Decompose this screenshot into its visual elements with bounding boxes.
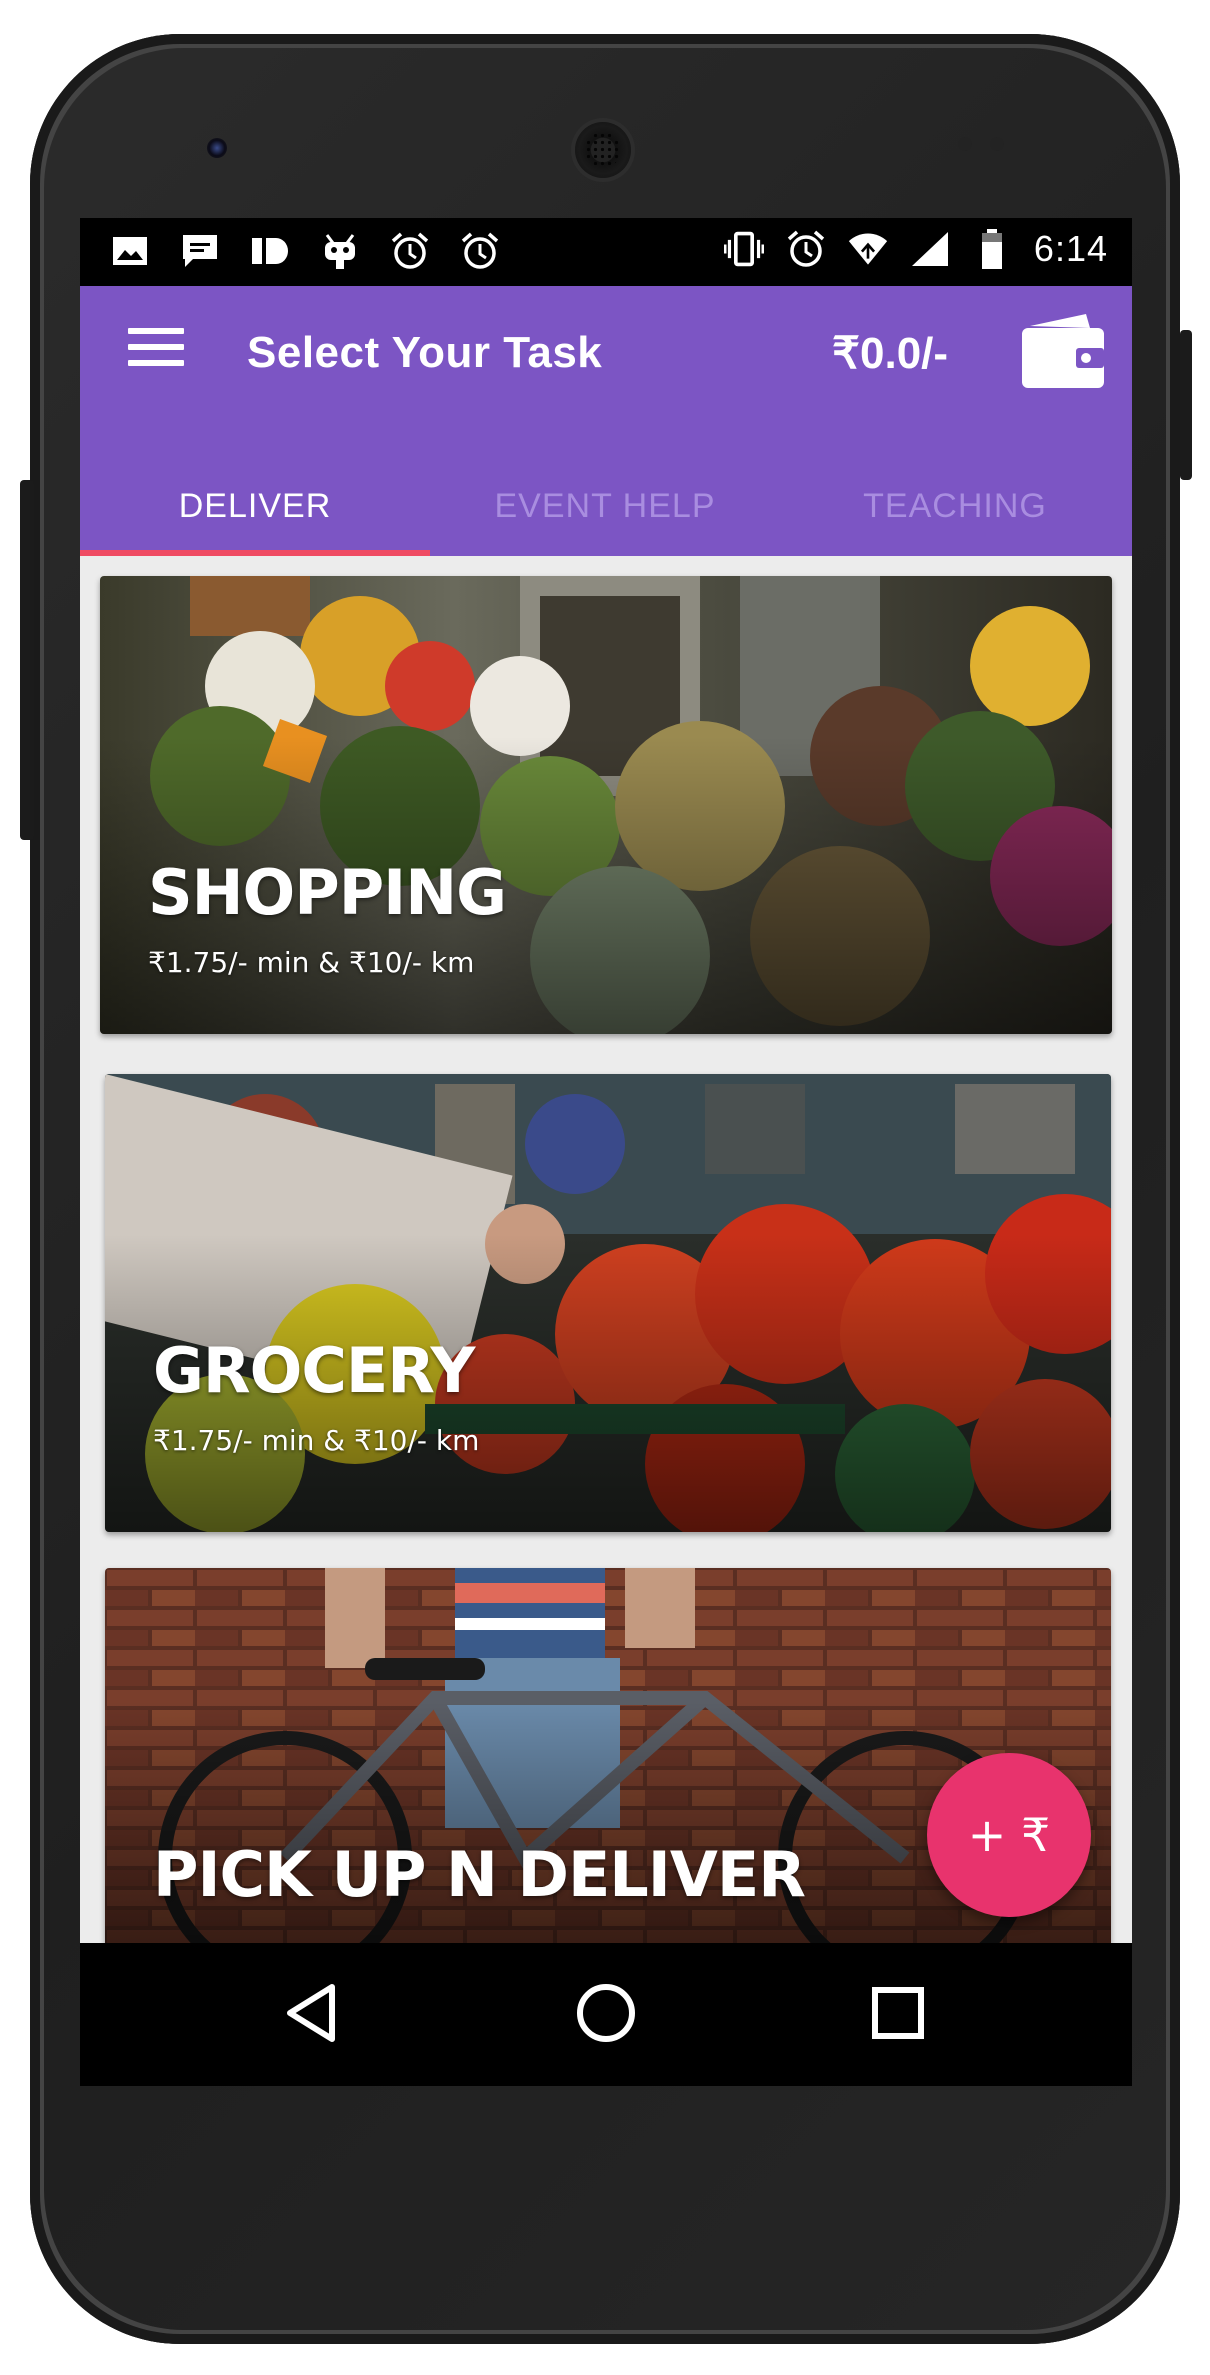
signal-icon bbox=[910, 228, 950, 270]
hamburger-menu-icon[interactable] bbox=[128, 328, 184, 378]
page-title: Select Your Task bbox=[247, 328, 603, 377]
task-card-grocery[interactable]: GROCERY ₹1.75/- min & ₹10/- km bbox=[105, 1074, 1111, 1532]
front-camera-icon bbox=[207, 138, 227, 158]
image-icon bbox=[110, 230, 150, 272]
screen: 6:14 Select Your Task ₹0.0/- DELIVER EVE… bbox=[80, 218, 1132, 2086]
sensor bbox=[958, 137, 972, 151]
alarm-icon bbox=[460, 230, 500, 272]
home-icon[interactable] bbox=[566, 1973, 646, 2053]
sensor bbox=[990, 137, 1004, 151]
alarm-icon bbox=[390, 230, 430, 272]
status-bar: 6:14 bbox=[80, 218, 1132, 286]
card-price: ₹1.75/- min & ₹10/- km bbox=[148, 946, 475, 979]
recents-icon[interactable] bbox=[858, 1973, 938, 2053]
back-icon[interactable] bbox=[270, 1973, 350, 2053]
status-left-icons bbox=[110, 230, 500, 272]
id-icon bbox=[250, 230, 290, 272]
status-right-icons: 6:14 bbox=[723, 228, 1108, 270]
wallet-balance: ₹0.0/- bbox=[832, 329, 949, 378]
add-money-button[interactable]: + ₹ bbox=[927, 1753, 1091, 1917]
app-bar: Select Your Task ₹0.0/- bbox=[80, 286, 1132, 456]
chat-icon bbox=[180, 230, 220, 272]
android-icon bbox=[320, 230, 360, 272]
navigation-bar bbox=[80, 1943, 1132, 2086]
volume-button bbox=[20, 480, 34, 840]
alarm-icon bbox=[786, 228, 826, 270]
card-price: ₹1.75/- min & ₹10/- km bbox=[153, 1424, 480, 1457]
wifi-icon bbox=[848, 228, 888, 270]
card-shade bbox=[105, 1074, 1111, 1532]
tab-bar: DELIVER EVENT HELP TEACHING bbox=[80, 456, 1132, 556]
card-title: SHOPPING bbox=[148, 856, 507, 929]
battery-icon bbox=[972, 228, 1012, 270]
power-button bbox=[1180, 330, 1192, 480]
speaker-grille bbox=[575, 122, 631, 178]
tab-deliver[interactable]: DELIVER bbox=[80, 456, 430, 556]
card-title: PICK UP N DELIVER bbox=[153, 1838, 806, 1911]
task-card-shopping[interactable]: SHOPPING ₹1.75/- min & ₹10/- km bbox=[100, 576, 1112, 1034]
tab-teaching[interactable]: TEACHING bbox=[780, 456, 1130, 556]
card-title: GROCERY bbox=[153, 1334, 475, 1407]
tab-event-help[interactable]: EVENT HELP bbox=[430, 456, 780, 556]
status-time: 6:14 bbox=[1033, 228, 1108, 269]
wallet-icon[interactable] bbox=[1020, 312, 1106, 390]
vibrate-icon bbox=[723, 228, 764, 270]
